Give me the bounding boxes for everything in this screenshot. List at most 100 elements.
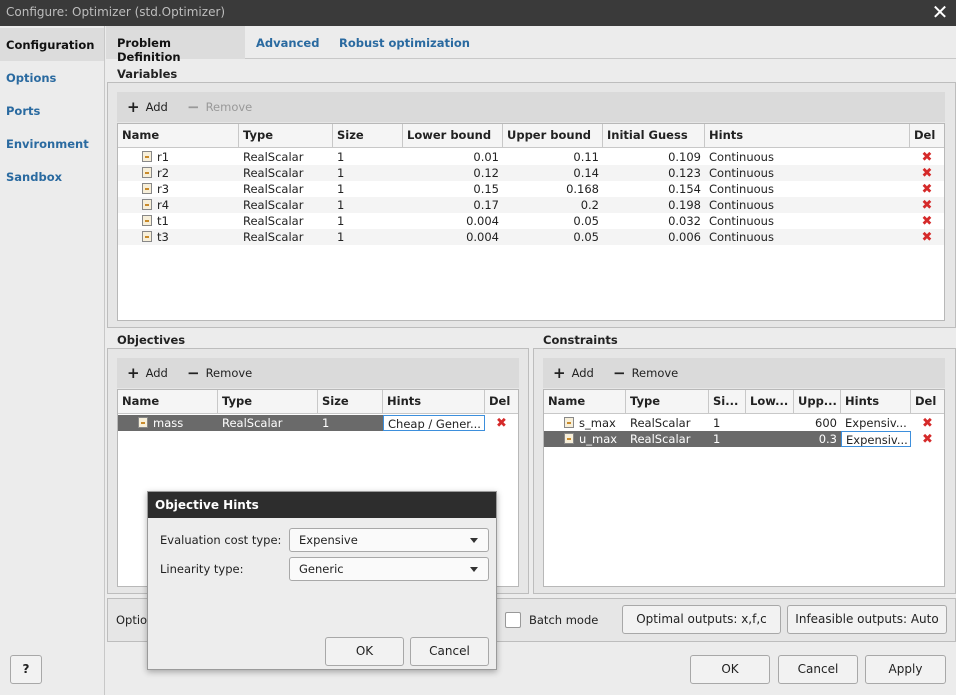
- col-name[interactable]: Name: [118, 390, 218, 414]
- sidebar-item-environment[interactable]: Environment: [0, 127, 104, 160]
- sidebar-item-sandbox[interactable]: Sandbox: [0, 160, 104, 193]
- objectives-toolbar: + Add − Remove: [117, 358, 519, 388]
- batch-mode-checkbox[interactable]: [505, 612, 521, 628]
- variable-icon: [142, 151, 152, 162]
- tab-robust-optimization[interactable]: Robust optimization: [328, 26, 481, 59]
- batch-mode-label: Batch mode: [529, 613, 599, 627]
- window-title: Configure: Optimizer (std.Optimizer): [6, 5, 226, 19]
- tab-problem-definition[interactable]: Problem Definition: [106, 26, 245, 64]
- minus-icon: −: [187, 98, 200, 116]
- variable-icon: [564, 433, 574, 444]
- eval-cost-select[interactable]: Expensive: [289, 528, 489, 552]
- col-hints[interactable]: Hints: [383, 390, 485, 414]
- plus-icon: +: [127, 364, 140, 382]
- table-row[interactable]: u_max RealScalar 1 0.3 Expensiv... ✖: [544, 431, 944, 447]
- col-upper-bound[interactable]: Upper bound: [503, 124, 603, 148]
- col-name[interactable]: Name: [544, 390, 626, 414]
- apply-button[interactable]: Apply: [865, 655, 946, 684]
- hints-cell[interactable]: Expensiv...: [841, 415, 911, 431]
- col-hints[interactable]: Hints: [705, 124, 910, 148]
- constraints-add-button[interactable]: + Add: [553, 364, 594, 382]
- col-del[interactable]: Del: [485, 390, 518, 414]
- constraints-toolbar: + Add − Remove: [543, 358, 945, 388]
- options-label: Optio: [116, 613, 148, 627]
- col-upper[interactable]: Upp...: [794, 390, 841, 414]
- objectives-remove-button[interactable]: − Remove: [187, 364, 252, 382]
- dialog-cancel-button[interactable]: Cancel: [410, 637, 489, 666]
- variable-icon: [142, 231, 152, 242]
- window-titlebar: Configure: Optimizer (std.Optimizer): [0, 0, 956, 26]
- col-type[interactable]: Type: [239, 124, 333, 148]
- sidebar: Configuration Options Ports Environment …: [0, 26, 105, 695]
- objective-hints-dialog: Objective Hints Evaluation cost type: Ex…: [147, 491, 497, 670]
- constraints-table-header: Name Type Si... Low... Upp... Hints Del: [544, 390, 944, 414]
- sidebar-item-configuration[interactable]: Configuration: [0, 28, 104, 61]
- delete-x-icon[interactable]: ✖: [922, 230, 933, 245]
- delete-x-icon[interactable]: ✖: [922, 416, 933, 431]
- help-button[interactable]: ?: [10, 655, 42, 684]
- variable-icon: [142, 183, 152, 194]
- table-row[interactable]: mass RealScalar 1 Cheap / Gener... ✖: [118, 415, 518, 431]
- table-row[interactable]: r2 RealScalar 1 0.12 0.14 0.123 Continuous ✖: [118, 165, 944, 181]
- col-del[interactable]: Del: [910, 124, 944, 148]
- delete-x-icon[interactable]: ✖: [922, 150, 933, 165]
- variables-toolbar: + Add − Remove: [117, 92, 945, 122]
- variables-table-header: Name Type Size Lower bound Upper bound I…: [118, 124, 944, 148]
- objectives-table-header: Name Type Size Hints Del: [118, 390, 518, 414]
- col-size[interactable]: Si...: [709, 390, 746, 414]
- delete-x-icon[interactable]: ✖: [922, 198, 933, 213]
- optimal-outputs-button[interactable]: Optimal outputs: x,f,c: [622, 605, 781, 634]
- close-icon[interactable]: ✕: [928, 1, 952, 25]
- col-hints[interactable]: Hints: [841, 390, 911, 414]
- variable-icon: [142, 167, 152, 178]
- constraints-table: Name Type Si... Low... Upp... Hints Del …: [543, 389, 945, 587]
- sidebar-item-options[interactable]: Options: [0, 61, 104, 94]
- plus-icon: +: [127, 98, 140, 116]
- variable-icon: [142, 215, 152, 226]
- linearity-label: Linearity type:: [160, 562, 244, 576]
- tab-advanced[interactable]: Advanced: [245, 26, 330, 59]
- col-type[interactable]: Type: [626, 390, 709, 414]
- infeasible-outputs-button[interactable]: Infeasible outputs: Auto: [787, 605, 947, 634]
- minus-icon: −: [187, 364, 200, 382]
- table-row[interactable]: r3 RealScalar 1 0.15 0.168 0.154 Continuous ✖: [118, 181, 944, 197]
- table-row[interactable]: r1 RealScalar 1 0.01 0.11 0.109 Continuous ✖: [118, 149, 944, 165]
- constraints-remove-button[interactable]: − Remove: [613, 366, 678, 381]
- cancel-button[interactable]: Cancel: [778, 655, 858, 684]
- dialog-title: Objective Hints: [148, 492, 496, 518]
- table-row[interactable]: t3 RealScalar 1 0.004 0.05 0.006 Continuous ✖: [118, 229, 944, 245]
- hints-cell[interactable]: Cheap / Gener...: [383, 415, 485, 431]
- tab-bar: Problem Definition Advanced Robust optim…: [106, 26, 956, 64]
- delete-x-icon[interactable]: ✖: [922, 166, 933, 181]
- plus-icon: +: [553, 364, 566, 382]
- delete-x-icon[interactable]: ✖: [496, 416, 507, 431]
- col-lower[interactable]: Low...: [746, 390, 794, 414]
- chevron-down-icon: [470, 538, 478, 543]
- variables-remove-button[interactable]: − Remove: [187, 98, 252, 116]
- dialog-ok-button[interactable]: OK: [325, 637, 404, 666]
- col-type[interactable]: Type: [218, 390, 318, 414]
- variables-add-button[interactable]: + Add: [127, 98, 168, 116]
- sidebar-item-ports[interactable]: Ports: [0, 94, 104, 127]
- linearity-select[interactable]: Generic: [289, 557, 489, 581]
- hints-cell[interactable]: Expensiv...: [841, 431, 911, 447]
- col-size[interactable]: Size: [333, 124, 403, 148]
- variable-icon: [142, 199, 152, 210]
- variable-icon: [138, 417, 148, 428]
- constraints-title: Constraints: [543, 333, 618, 347]
- variable-icon: [564, 417, 574, 428]
- table-row[interactable]: t1 RealScalar 1 0.004 0.05 0.032 Continuous ✖: [118, 213, 944, 229]
- delete-x-icon[interactable]: ✖: [922, 182, 933, 197]
- variables-table: Name Type Size Lower bound Upper bound I…: [117, 123, 945, 321]
- col-initial-guess[interactable]: Initial Guess: [603, 124, 705, 148]
- col-lower-bound[interactable]: Lower bound: [403, 124, 503, 148]
- objectives-add-button[interactable]: + Add: [127, 364, 168, 382]
- delete-x-icon[interactable]: ✖: [922, 214, 933, 229]
- col-name[interactable]: Name: [118, 124, 239, 148]
- table-row[interactable]: r4 RealScalar 1 0.17 0.2 0.198 Continuous ✖: [118, 197, 944, 213]
- col-del[interactable]: Del: [911, 390, 944, 414]
- ok-button[interactable]: OK: [690, 655, 770, 684]
- delete-x-icon[interactable]: ✖: [922, 432, 933, 447]
- table-row[interactable]: s_max RealScalar 1 600 Expensiv... ✖: [544, 415, 944, 431]
- col-size[interactable]: Size: [318, 390, 383, 414]
